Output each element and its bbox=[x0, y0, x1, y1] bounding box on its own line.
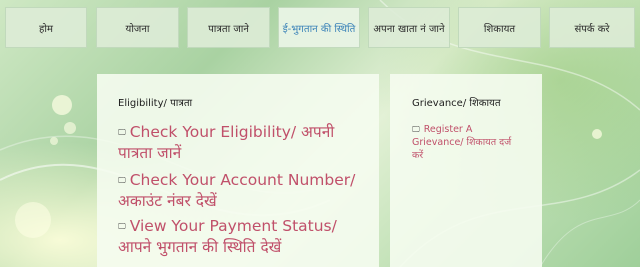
check-account-number-link[interactable]: 🖵 Check Your Account Number/ अकाउंट नंबर … bbox=[118, 170, 355, 212]
check-account-line2: अकाउंट नंबर देखें bbox=[118, 192, 217, 210]
view-payment-status-link[interactable]: 🖵 View Your Payment Status/ आपने भुगतान क… bbox=[118, 216, 337, 258]
register-grievance-line2: Grievance/ शिकायत दर्ज bbox=[412, 137, 512, 148]
nav-item-eligibility[interactable]: पात्रता जाने bbox=[187, 7, 270, 48]
nav-item-scheme[interactable]: योजना bbox=[96, 7, 179, 48]
eligibility-panel-title: Eligibility/ पात्रता bbox=[118, 98, 193, 109]
register-grievance-line3: करें bbox=[412, 150, 424, 161]
register-grievance-line1: Register A bbox=[423, 124, 473, 135]
monitor-icon: 🖵 bbox=[118, 128, 126, 137]
nav-item-grievance[interactable]: शिकायत bbox=[458, 7, 541, 48]
check-eligibility-line1: Check Your Eligibility/ अपनी bbox=[129, 123, 335, 141]
nav-item-payment-status[interactable]: ई-भुगतान की स्थिति bbox=[278, 7, 360, 48]
check-eligibility-link[interactable]: 🖵 Check Your Eligibility/ अपनी पात्रता जा… bbox=[118, 122, 334, 164]
grievance-panel: Grievance/ शिकायत 🖵 Register A Grievance/… bbox=[390, 74, 542, 267]
nav-item-contact[interactable]: संपर्क करे bbox=[549, 7, 635, 48]
monitor-icon: 🖵 bbox=[118, 176, 126, 185]
grievance-panel-title: Grievance/ शिकायत bbox=[412, 98, 501, 109]
payment-status-line2: आपने भुगतान की स्थिति देखें bbox=[118, 238, 282, 256]
payment-status-line1: View Your Payment Status/ bbox=[129, 217, 337, 235]
eligibility-panel: Eligibility/ पात्रता 🖵 Check Your Eligibi… bbox=[97, 74, 379, 267]
monitor-icon: 🖵 bbox=[412, 125, 420, 134]
nav-item-home[interactable]: होम bbox=[5, 7, 87, 48]
check-account-line1: Check Your Account Number/ bbox=[129, 171, 356, 189]
monitor-icon: 🖵 bbox=[118, 222, 126, 231]
main-nav: होम योजना पात्रता जाने ई-भुगतान की स्थित… bbox=[0, 7, 640, 49]
register-grievance-link[interactable]: 🖵 Register A Grievance/ शिकायत दर्ज करें bbox=[412, 123, 511, 162]
check-eligibility-line2: पात्रता जानें bbox=[118, 144, 182, 162]
nav-item-account-number[interactable]: अपना खाता नं जाने bbox=[368, 7, 450, 48]
